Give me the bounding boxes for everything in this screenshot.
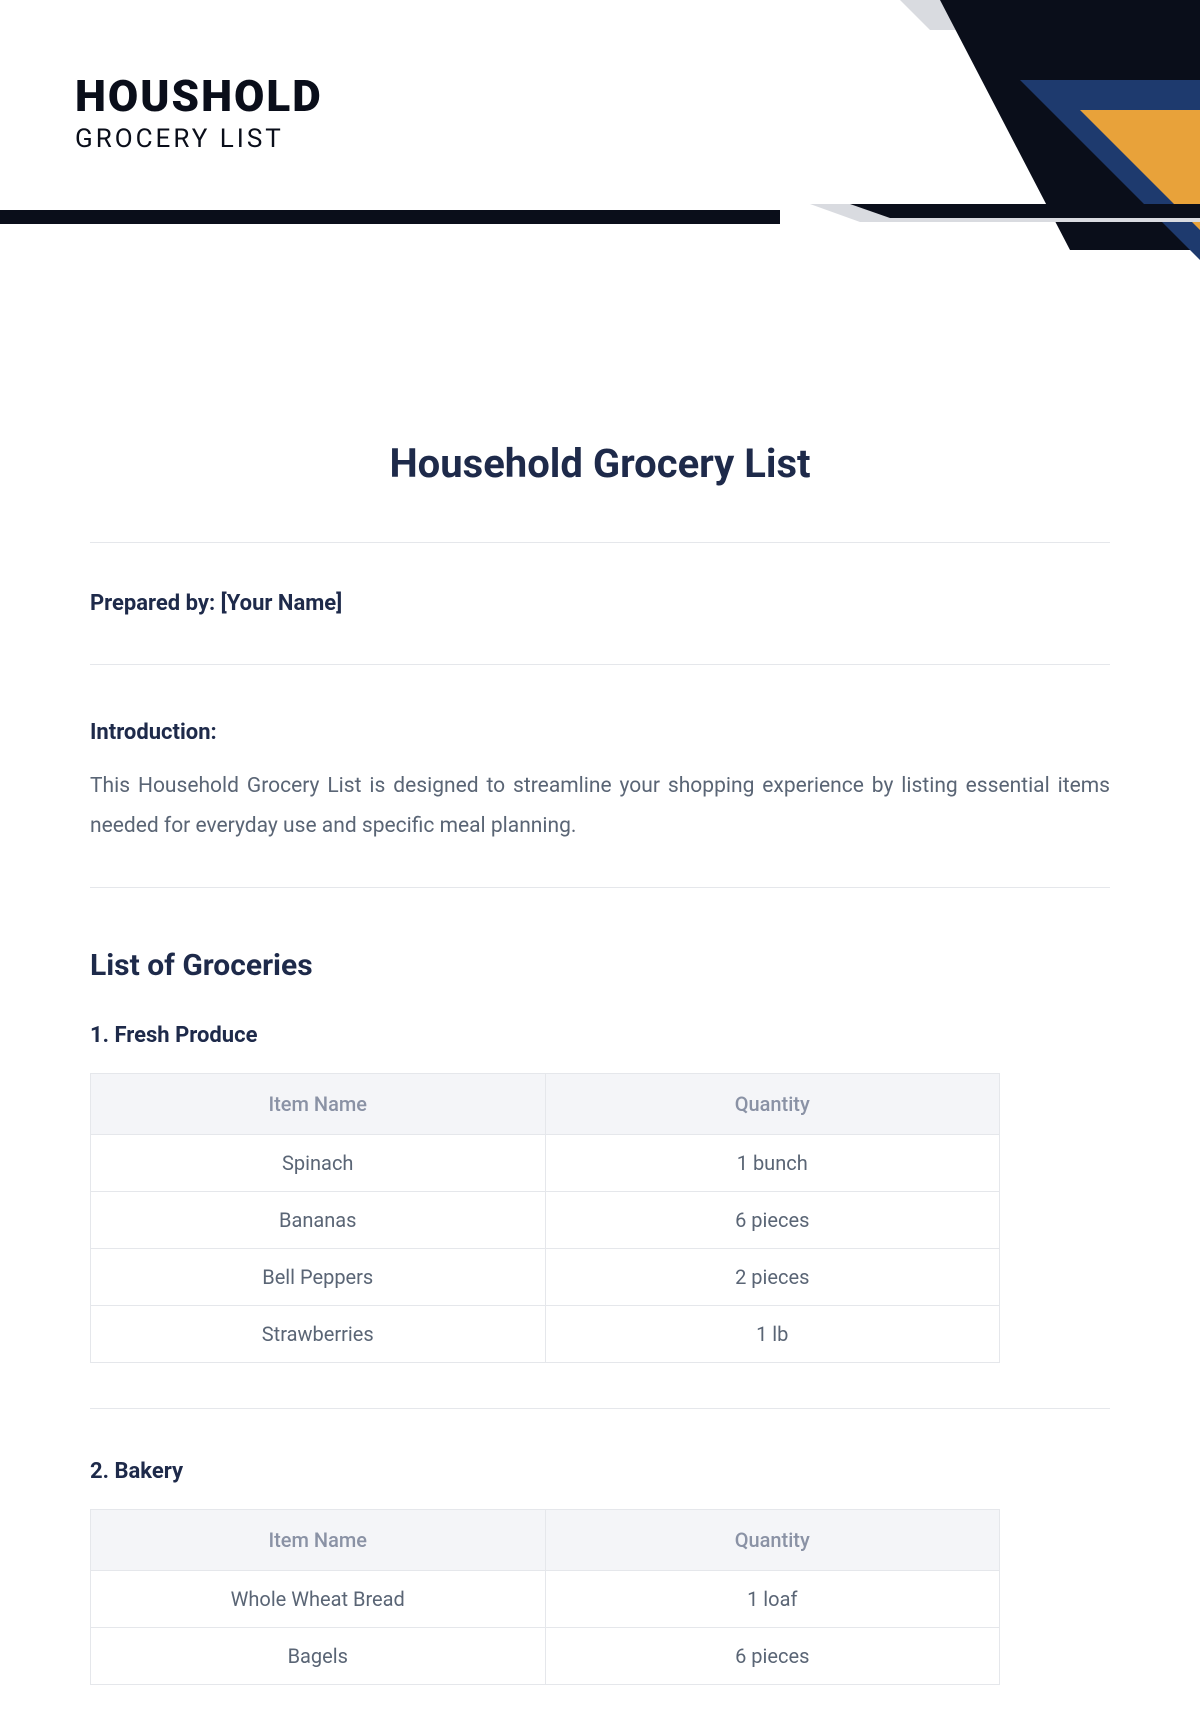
subsection-title: 1. Fresh Produce — [90, 1023, 1110, 1048]
divider — [90, 887, 1110, 888]
cell-item: Spinach — [91, 1134, 546, 1191]
divider — [90, 542, 1110, 543]
table-row: Bananas6 pieces — [91, 1191, 1000, 1248]
cell-item: Bell Peppers — [91, 1248, 546, 1305]
table-row: Bell Peppers2 pieces — [91, 1248, 1000, 1305]
divider — [90, 1408, 1110, 1409]
table-header-qty: Quantity — [545, 1073, 1000, 1134]
cell-qty: 1 lb — [545, 1305, 1000, 1362]
logo-block: HOUSHOLD GROCERY LIST — [75, 70, 323, 154]
logo-main: HOUSHOLD — [75, 70, 323, 122]
table-header-qty: Quantity — [545, 1509, 1000, 1570]
grocery-table: Item NameQuantitySpinach1 bunchBananas6 … — [90, 1073, 1000, 1363]
cell-item: Whole Wheat Bread — [91, 1570, 546, 1627]
divider — [90, 664, 1110, 665]
table-row: Strawberries1 lb — [91, 1305, 1000, 1362]
cell-item: Strawberries — [91, 1305, 546, 1362]
prepared-by-label: Prepared by: — [90, 591, 221, 616]
page-title: Household Grocery List — [90, 440, 1110, 487]
prepared-by: Prepared by: [Your Name] — [90, 591, 1110, 616]
cell-item: Bananas — [91, 1191, 546, 1248]
table-header-item: Item Name — [91, 1509, 546, 1570]
cell-qty: 1 loaf — [545, 1570, 1000, 1627]
cell-qty: 2 pieces — [545, 1248, 1000, 1305]
intro-label: Introduction: — [90, 720, 1110, 745]
intro-text: This Household Grocery List is designed … — [90, 767, 1110, 847]
prepared-by-value: [Your Name] — [221, 591, 343, 616]
cell-qty: 1 bunch — [545, 1134, 1000, 1191]
cell-qty: 6 pieces — [545, 1191, 1000, 1248]
header-rule — [0, 210, 780, 224]
section-title: List of Groceries — [90, 948, 1110, 983]
table-header-item: Item Name — [91, 1073, 546, 1134]
table-row: Bagels6 pieces — [91, 1627, 1000, 1684]
table-row: Whole Wheat Bread1 loaf — [91, 1570, 1000, 1627]
logo-sub: GROCERY LIST — [75, 124, 323, 154]
subsection-title: 2. Bakery — [90, 1459, 1110, 1484]
table-row: Spinach1 bunch — [91, 1134, 1000, 1191]
cell-qty: 6 pieces — [545, 1627, 1000, 1684]
cell-item: Bagels — [91, 1627, 546, 1684]
grocery-table: Item NameQuantityWhole Wheat Bread1 loaf… — [90, 1509, 1000, 1685]
